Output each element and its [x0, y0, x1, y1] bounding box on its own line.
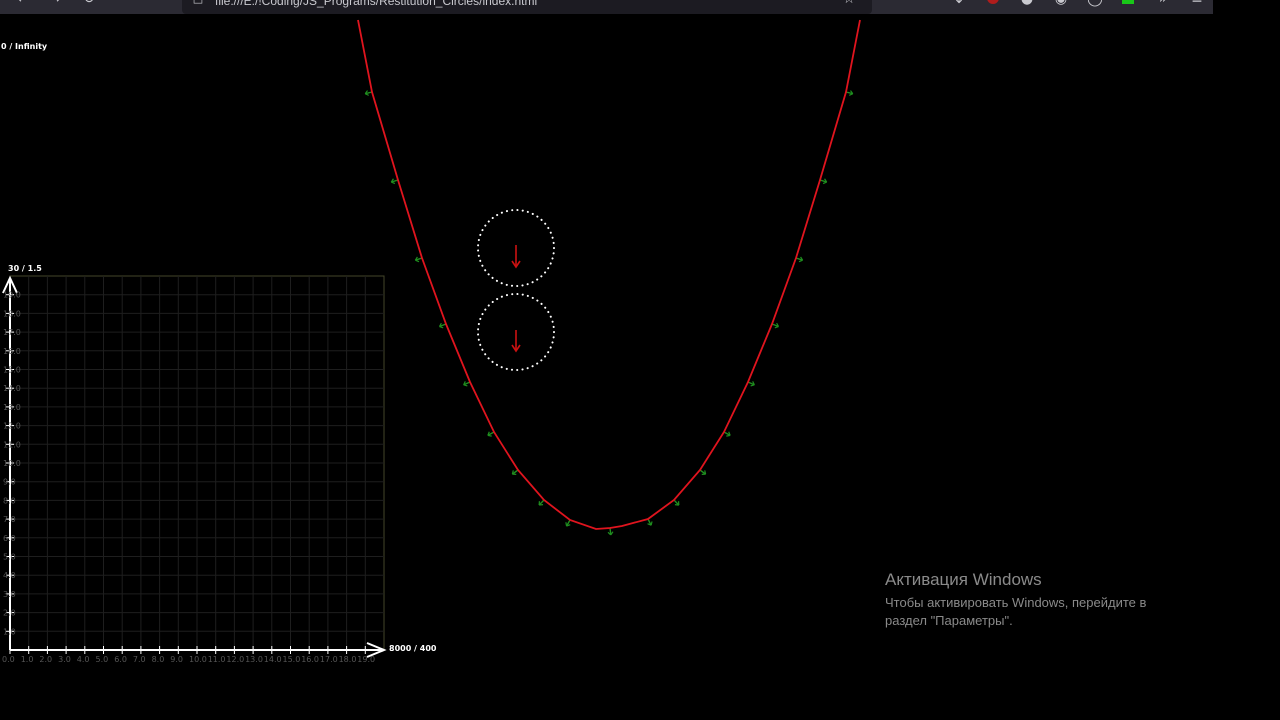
x-tick-label: 4.0: [77, 655, 90, 664]
x-tick-label: 17.0: [320, 655, 338, 664]
watermark-line-1: Чтобы активировать Windows, перейдите в: [885, 595, 1147, 610]
y-tick-label: 17.0: [3, 328, 21, 337]
y-tick-label: 8.0: [3, 496, 16, 505]
ball-1[interactable]: [477, 209, 555, 287]
x-tick-label: 19.0: [357, 655, 375, 664]
y-tick-label: 16.0: [3, 347, 21, 356]
parabola-curve: [357, 19, 861, 530]
watermark-title: Активация Windows: [885, 570, 1042, 589]
x-tick-label: 12.0: [226, 655, 244, 664]
x-tick-label: 13.0: [245, 655, 263, 664]
normal-arrowhead: [439, 325, 444, 329]
x-tick-label: 0.0: [2, 655, 15, 664]
y-tick-label: 19.0: [3, 291, 21, 300]
x-tick-label: 1.0: [21, 655, 34, 664]
x-tick-label: 11.0: [208, 655, 226, 664]
y-tick-label: 7.0: [3, 515, 16, 524]
y-tick-label: 15.0: [3, 366, 21, 375]
app-viewport: ← → ↻ □ file:///E:/!Coding/JS_Programs/R…: [0, 0, 1280, 720]
y-axis-max-label: 30 / 1.5: [8, 264, 42, 273]
normal-arrowhead: [463, 384, 468, 387]
y-tick-label: 11.0: [3, 440, 21, 449]
y-tick-label: 10.0: [3, 459, 21, 468]
x-tick-label: 6.0: [114, 655, 127, 664]
x-tick-label: 16.0: [301, 655, 319, 664]
y-tick-label: 14.0: [3, 384, 21, 393]
watermark-line-2: раздел "Параметры".: [885, 613, 1013, 628]
normal-arrowhead: [487, 434, 492, 437]
x-tick-label: 10.0: [189, 655, 207, 664]
y-tick-group: 1.0 2.0 3.0 4.0 5.0 6.0 7.0 8.0 9.0 10.0 11.0 12.0 1…: [3, 291, 21, 637]
x-tick-label: 18.0: [339, 655, 357, 664]
x-axis-max-label: 8000 / 400: [389, 644, 437, 653]
y-tick-label: 2.0: [3, 609, 16, 618]
x-tick-label: 2.0: [39, 655, 52, 664]
x-tick-group: 0.0 1.0 2.0 3.0 4.0 5.0 6.0 7.0 8.0 9.0 10.0 11.0 12…: [2, 646, 375, 664]
y-tick-label: 18.0: [3, 309, 21, 318]
y-tick-label: 1.0: [3, 627, 16, 636]
x-tick-label: 15.0: [283, 655, 301, 664]
x-tick-label: 8.0: [152, 655, 165, 664]
normal-arrowhead: [650, 521, 653, 526]
y-tick-label: 9.0: [3, 478, 16, 487]
graph-panel: 1.02.03.04.05.06.07.08.09.010.011.012.01…: [2, 264, 437, 664]
y-tick-label: 6.0: [3, 534, 16, 543]
x-tick-label: 7.0: [133, 655, 146, 664]
y-tick-label: 12.0: [3, 422, 21, 431]
x-tick-label: 3.0: [58, 655, 71, 664]
normal-arrowhead: [364, 93, 369, 96]
watermark-body: Чтобы активировать Windows, перейдите в …: [885, 594, 1185, 630]
y-tick-label: 13.0: [3, 403, 21, 412]
normal-arrowhead: [415, 259, 420, 263]
normal-arrowhead: [391, 181, 396, 185]
x-tick-label: 9.0: [170, 655, 183, 664]
x-tick-label: 14.0: [264, 655, 282, 664]
y-tick-label: 3.0: [3, 590, 16, 599]
windows-activation-watermark: Активация Windows Чтобы активировать Win…: [885, 570, 1185, 630]
surface-normals: [364, 90, 854, 536]
x-tick-label: 5.0: [96, 655, 109, 664]
ball-2[interactable]: [477, 293, 555, 371]
y-tick-label: 5.0: [3, 553, 16, 562]
y-tick-label: 4.0: [3, 571, 16, 580]
